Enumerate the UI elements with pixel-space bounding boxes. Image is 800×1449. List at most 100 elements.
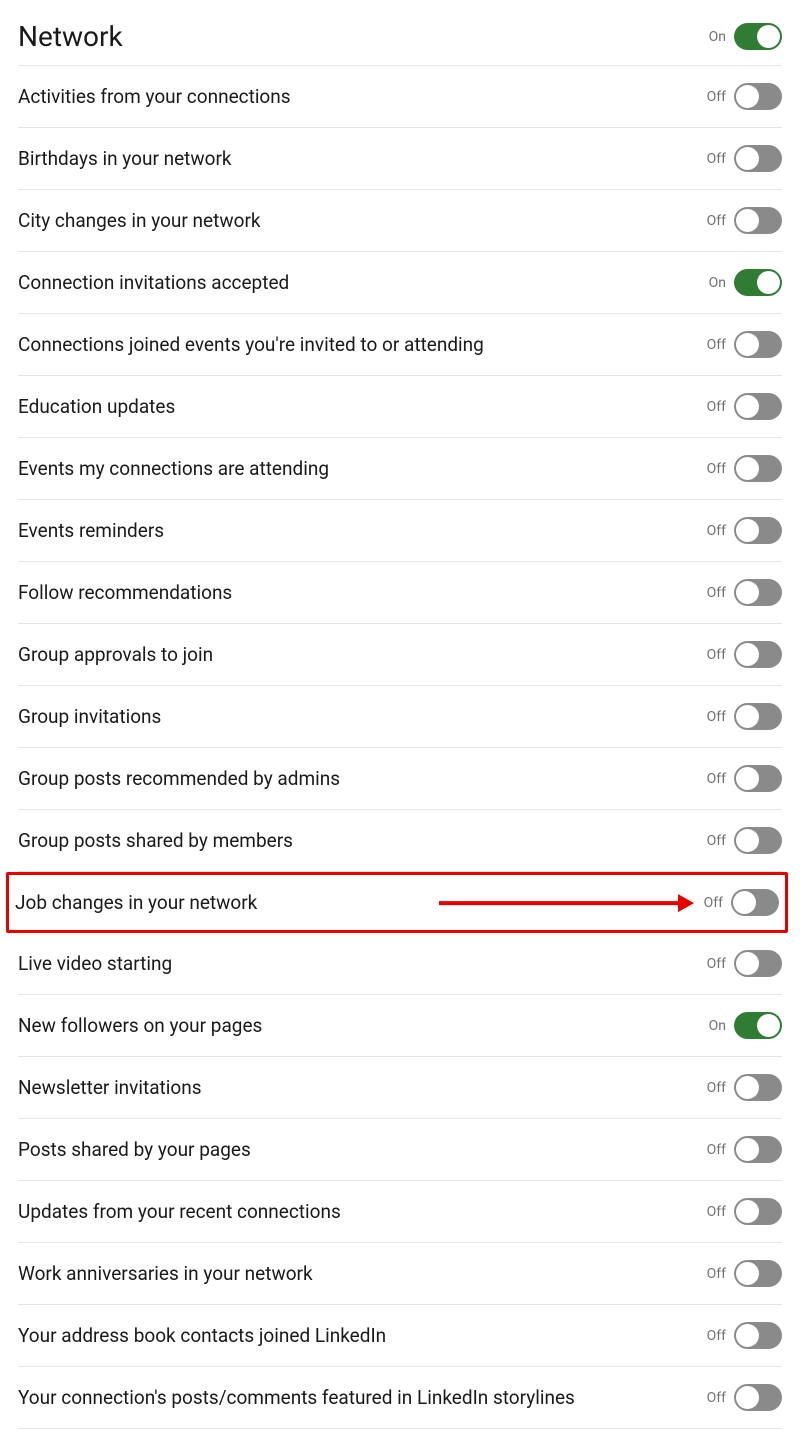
- toggle-city-changes[interactable]: [734, 207, 782, 234]
- setting-label: Work anniversaries in your network: [18, 1262, 313, 1285]
- setting-control: Off: [707, 331, 782, 358]
- toggle-state-label: Off: [707, 337, 726, 353]
- setting-row-activities-connections: Activities from your connections Off: [18, 66, 782, 128]
- setting-control: Off: [707, 393, 782, 420]
- setting-label: Newsletter invitations: [18, 1076, 202, 1099]
- toggle-group-approvals[interactable]: [734, 641, 782, 668]
- setting-control: Off: [707, 1322, 782, 1349]
- setting-label: Group posts shared by members: [18, 829, 293, 852]
- setting-row-address-book-joined: Your address book contacts joined Linked…: [18, 1305, 782, 1367]
- toggle-state-label: Off: [707, 461, 726, 477]
- setting-row-group-invitations: Group invitationsOff: [18, 686, 782, 748]
- setting-label: Connection invitations accepted: [18, 271, 289, 294]
- setting-row-group-posts-members: Group posts shared by membersOff: [18, 810, 782, 872]
- toggle-state-label: Off: [707, 399, 726, 415]
- setting-row-events-reminders: Events reminders Off: [18, 500, 782, 562]
- toggle-work-anniversaries[interactable]: [734, 1260, 782, 1287]
- setting-control: Off: [707, 703, 782, 730]
- toggle-state-label: Off: [707, 1142, 726, 1158]
- toggle-state-label: Off: [707, 1328, 726, 1344]
- toggle-activities-connections[interactable]: [734, 83, 782, 110]
- setting-label: Follow recommendations: [18, 581, 232, 604]
- setting-label: Group posts recommended by admins: [18, 767, 340, 790]
- toggle-state-label: Off: [707, 647, 726, 663]
- setting-label: Updates from your recent connections: [18, 1200, 341, 1223]
- toggle-state-label: Off: [707, 771, 726, 787]
- toggle-follow-recommendations[interactable]: [734, 579, 782, 606]
- setting-control: Off: [707, 579, 782, 606]
- toggle-group-invitations[interactable]: [734, 703, 782, 730]
- setting-label: Job changes in your network: [15, 891, 257, 914]
- setting-row-events-connections-attending: Events my connections are attendingOff: [18, 438, 782, 500]
- toggle-events-reminders[interactable]: [734, 517, 782, 544]
- toggle-new-followers-pages[interactable]: [734, 1012, 782, 1039]
- toggle-state-label: Off: [707, 523, 726, 539]
- toggle-connection-posts-storylines[interactable]: [734, 1384, 782, 1411]
- toggle-state-label: Off: [707, 956, 726, 972]
- section-toggle-state-label: On: [709, 29, 726, 45]
- section-header-row: Network On: [18, 10, 782, 66]
- setting-row-newsletter-invitations: Newsletter invitations Off: [18, 1057, 782, 1119]
- setting-row-connections-joined-events: Connections joined events you're invited…: [18, 314, 782, 376]
- toggle-group-posts-admins[interactable]: [734, 765, 782, 792]
- toggle-state-label: Off: [707, 151, 726, 167]
- setting-row-updates-recent-connections: Updates from your recent connections Off: [18, 1181, 782, 1243]
- setting-row-group-approvals: Group approvals to join Off: [18, 624, 782, 686]
- setting-control: Off: [707, 1074, 782, 1101]
- setting-control: Off: [707, 1260, 782, 1287]
- toggle-state-label: Off: [707, 1390, 726, 1406]
- setting-control: Off: [707, 641, 782, 668]
- setting-control: Off: [704, 889, 779, 916]
- setting-control: Off: [707, 455, 782, 482]
- toggle-state-label: On: [709, 1018, 726, 1034]
- annotation-arrow: [439, 893, 694, 913]
- setting-label: Live video starting: [18, 952, 172, 975]
- setting-label: Activities from your connections: [18, 85, 291, 108]
- setting-row-birthdays: Birthdays in your network Off: [18, 128, 782, 190]
- setting-control: Off: [707, 517, 782, 544]
- setting-label: Events reminders: [18, 519, 164, 542]
- toggle-education-updates[interactable]: [734, 393, 782, 420]
- toggle-birthdays[interactable]: [734, 145, 782, 172]
- setting-row-live-video: Live video starting Off: [18, 933, 782, 995]
- setting-control: On: [709, 269, 782, 296]
- setting-label: City changes in your network: [18, 209, 261, 232]
- toggle-job-changes[interactable]: [731, 889, 779, 916]
- settings-list: Network On Activities from your connecti…: [0, 0, 800, 1449]
- setting-label: Your connection's posts/comments feature…: [18, 1386, 575, 1409]
- toggle-state-label: Off: [707, 585, 726, 601]
- toggle-state-label: Off: [707, 1080, 726, 1096]
- setting-control: Off: [707, 950, 782, 977]
- setting-control: Off: [707, 1136, 782, 1163]
- toggle-live-video[interactable]: [734, 950, 782, 977]
- setting-label: Your address book contacts joined Linked…: [18, 1324, 386, 1347]
- toggle-posts-shared-pages[interactable]: [734, 1136, 782, 1163]
- toggle-newsletter-invitations[interactable]: [734, 1074, 782, 1101]
- toggle-state-label: Off: [707, 213, 726, 229]
- toggle-state-label: Off: [707, 89, 726, 105]
- setting-label: Group approvals to join: [18, 643, 213, 666]
- toggle-connections-joined-events[interactable]: [734, 331, 782, 358]
- setting-control: Off: [707, 765, 782, 792]
- setting-label: Posts shared by your pages: [18, 1138, 251, 1161]
- toggle-updates-recent-connections[interactable]: [734, 1198, 782, 1225]
- toggle-state-label: On: [709, 275, 726, 291]
- toggle-connection-invitations-accepted[interactable]: [734, 269, 782, 296]
- toggle-address-book-joined[interactable]: [734, 1322, 782, 1349]
- toggle-events-connections-attending[interactable]: [734, 455, 782, 482]
- toggle-state-label: Off: [704, 895, 723, 911]
- setting-row-job-changes: Job changes in your network Off: [6, 872, 788, 933]
- setting-control: Off: [707, 1198, 782, 1225]
- setting-label: New followers on your pages: [18, 1014, 262, 1037]
- setting-row-education-updates: Education updatesOff: [18, 376, 782, 438]
- toggle-group-posts-members[interactable]: [734, 827, 782, 854]
- setting-label: Birthdays in your network: [18, 147, 232, 170]
- setting-row-group-posts-admins: Group posts recommended by admins Off: [18, 748, 782, 810]
- setting-row-work-anniversaries: Work anniversaries in your network Off: [18, 1243, 782, 1305]
- toggle-state-label: Off: [707, 709, 726, 725]
- setting-row-new-followers-pages: New followers on your pages On: [18, 995, 782, 1057]
- section-toggle[interactable]: [734, 23, 782, 50]
- setting-row-connection-invitations-accepted: Connection invitations accepted On: [18, 252, 782, 314]
- setting-control: Off: [707, 1384, 782, 1411]
- setting-control: Off: [707, 207, 782, 234]
